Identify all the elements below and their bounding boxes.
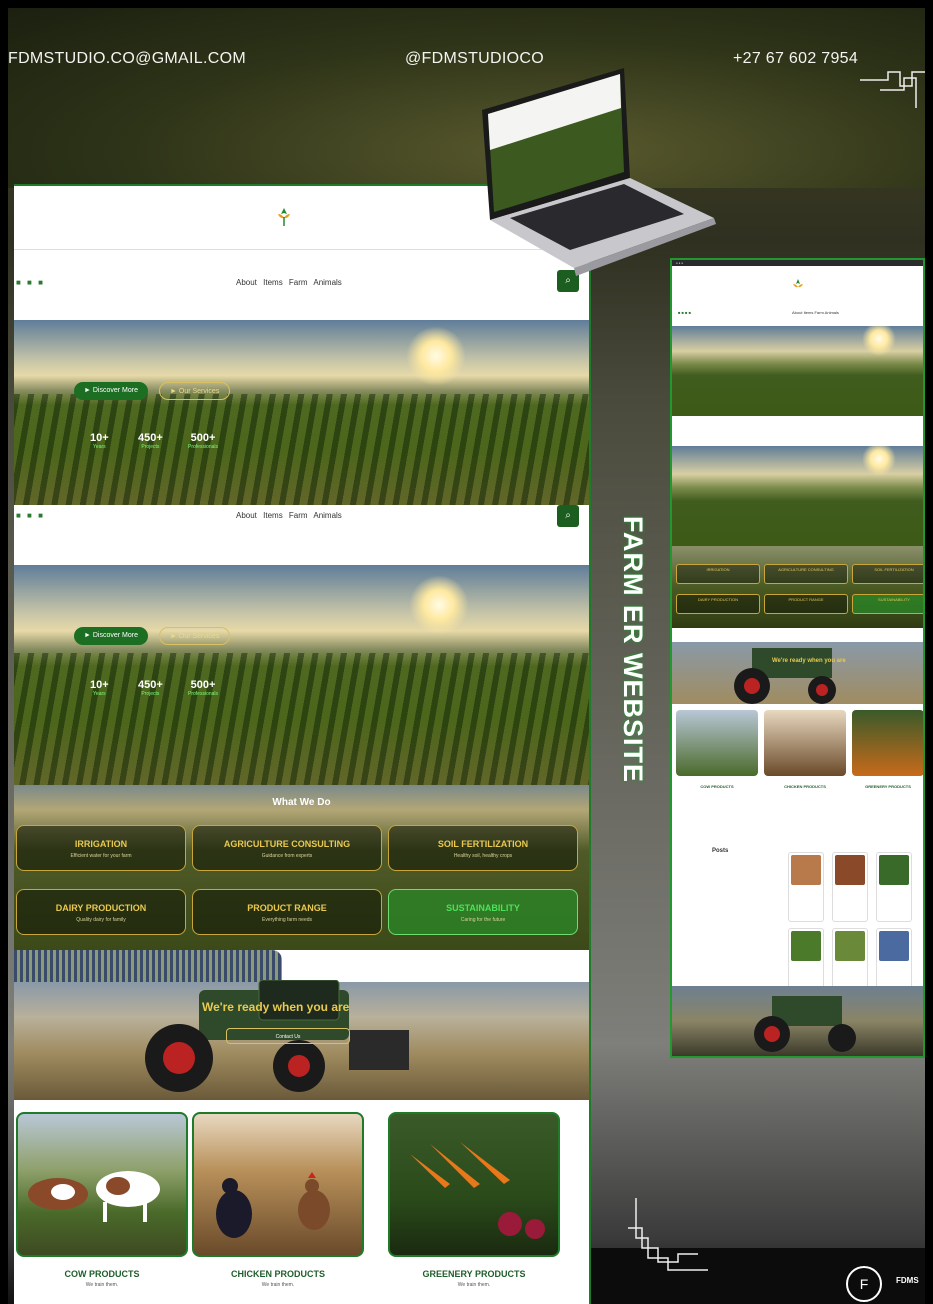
service-card-consulting[interactable]: AGRICULTURE CONSULTING Guidance from expe… — [192, 825, 382, 871]
discover-more-button-2[interactable]: ► Discover More — [74, 627, 148, 645]
post-card[interactable] — [832, 852, 868, 922]
preview-hero — [672, 326, 923, 416]
preview-tractor — [734, 648, 836, 704]
chicken-products-image[interactable] — [192, 1112, 364, 1257]
preview-cta: We're ready when you are — [672, 628, 923, 708]
preview-nav-links[interactable]: About Items Farm Animals — [792, 310, 839, 315]
contact-header: FDMSTUDIO.CO@GMAIL.COM @FDMSTUDIOCO +27 … — [8, 8, 925, 188]
preview-chicken-image[interactable] — [764, 710, 846, 776]
post-card[interactable] — [788, 852, 824, 922]
preview-greenery-title: GREENERY PRODUCTS — [865, 784, 911, 789]
preview-cow-image[interactable] — [676, 710, 758, 776]
cow-products-image[interactable] — [16, 1112, 188, 1257]
leaf-logo-icon — [278, 208, 290, 226]
service-card-product-range[interactable]: PRODUCT RANGE Everything farm needs — [192, 889, 382, 935]
greenery-products-sub: We train them. — [457, 1282, 491, 1288]
services-section: What We Do IRRIGATION Efficient water for… — [14, 785, 589, 950]
hero-banner: ► Discover More ► Our Services 10+ Years … — [14, 320, 589, 505]
nav-links[interactable]: About Items Farm Animals — [236, 278, 342, 287]
cow-products-sub: We train them. — [85, 1282, 119, 1288]
discover-more-button[interactable]: ► Discover More — [74, 382, 148, 400]
brand-name: FDMS — [896, 1276, 919, 1285]
preview-posts-title: Posts — [712, 848, 729, 854]
service-card-irrigation[interactable]: IRRIGATION Efficient water for your farm — [16, 825, 186, 871]
circuit-lines-decoration — [860, 71, 925, 108]
contact-handle: @FDMSTUDIOCO — [405, 50, 544, 67]
preview-nav: ■ ■ ■ ■ About Items Farm Animals — [672, 266, 923, 326]
contact-us-button[interactable]: Contact Us — [226, 1028, 350, 1044]
full-page-preview: ● ● ● ■ ■ ■ ■ About Items Farm Animals I… — [670, 258, 925, 1058]
contact-phone: +27 67 602 7954 — [733, 50, 859, 67]
main-website-screenshot: ■ ■ ■ About Items Farm Animals ⌕ ► Disco… — [14, 184, 591, 1304]
services-title: What We Do — [272, 797, 331, 808]
circuit-lines-decoration-bottom — [628, 1198, 708, 1271]
cta-headline: We're ready when you are — [202, 1000, 350, 1014]
preview-service-dairy[interactable]: DAIRY PRODUCTION — [676, 594, 760, 614]
cow-icon — [28, 1171, 160, 1222]
chicken-products-sub: We train them. — [261, 1282, 295, 1288]
preview-logo-icon — [793, 279, 803, 288]
preview-cta-headline: We're ready when you are — [772, 658, 846, 664]
preview-chicken-title: CHICKEN PRODUCTS — [784, 784, 826, 789]
social-icons-2[interactable]: ■ ■ ■ — [16, 511, 45, 520]
sun-glow — [406, 326, 466, 386]
laptop-mockup — [482, 68, 716, 276]
stat-professionals: 500+ Professionals — [188, 432, 219, 450]
preview-footer-tractor — [754, 996, 856, 1052]
preview-cow-title: COW PRODUCTS — [700, 784, 734, 789]
nav-links-2[interactable]: About Items Farm Animals — [236, 511, 342, 520]
vineyard-rows-2 — [14, 653, 589, 785]
contact-email: FDMSTUDIO.CO@GMAIL.COM — [8, 50, 246, 67]
brand-badge: F — [846, 1266, 882, 1302]
products-section: COW PRODUCTS CHICKEN PRODUCTS GREENERY P… — [14, 1100, 589, 1290]
stat-projects-2: 450+ Projects — [138, 679, 163, 697]
hero-banner-2: ► Discover More ► Our Services 10+ Years … — [14, 565, 589, 785]
stat-years: 10+ Years — [90, 432, 109, 450]
our-services-button-2[interactable]: ► Our Services — [159, 627, 231, 645]
greenery-products-title: GREENERY PRODUCTS — [422, 1269, 526, 1279]
our-services-button[interactable]: ► Our Services — [159, 382, 231, 400]
preview-footer — [672, 986, 923, 1056]
preview-service-sustainability[interactable]: SUSTAINABILITY — [852, 594, 923, 614]
preview-service-range[interactable]: PRODUCT RANGE — [764, 594, 848, 614]
chicken-icon — [216, 1172, 330, 1238]
preview-hero-2 — [672, 446, 923, 546]
preview-greenery-image[interactable] — [852, 710, 923, 776]
sun-glow-2 — [409, 575, 469, 635]
service-card-fertilization[interactable]: SOIL FERTILIZATION Healthy soil, healthy … — [388, 825, 578, 871]
preview-services: IRRIGATION AGRICULTURE CONSULTING SOIL F… — [672, 546, 923, 628]
search-button-2[interactable]: ⌕ — [557, 505, 579, 527]
greenery-products-image[interactable] — [388, 1112, 560, 1257]
preview-service-consulting[interactable]: AGRICULTURE CONSULTING — [764, 564, 848, 584]
vegetables-icon — [410, 1142, 545, 1239]
stat-years-2: 10+ Years — [90, 679, 109, 697]
showcase-frame: FDMSTUDIO.CO@GMAIL.COM @FDMSTUDIOCO +27 … — [8, 8, 925, 1304]
preview-service-irrigation[interactable]: IRRIGATION — [676, 564, 760, 584]
project-title-vertical: FARM ER WEBSITE — [618, 516, 648, 784]
chicken-products-title: CHICKEN PRODUCTS — [230, 1269, 325, 1279]
post-card[interactable] — [876, 852, 912, 922]
preview-products: COW PRODUCTS CHICKEN PRODUCTS GREENERY P… — [672, 708, 923, 848]
cta-section: We're ready when you are Contact Us — [14, 950, 589, 1100]
cow-products-title: COW PRODUCTS — [64, 1269, 140, 1279]
stat-professionals-2: 500+ Professionals — [188, 679, 219, 697]
preview-service-fertilization[interactable]: SOIL FERTILIZATION — [852, 564, 923, 584]
preview-social-icons[interactable]: ■ ■ ■ ■ — [678, 310, 691, 315]
service-card-dairy[interactable]: DAIRY PRODUCTION Quality dairy for family — [16, 889, 186, 935]
service-card-sustainability[interactable]: SUSTAINABILITY Caring for the future — [388, 889, 578, 935]
stat-projects: 450+ Projects — [138, 432, 163, 450]
top-navigation-2: ■ ■ ■ About Items Farm Animals ⌕ — [14, 505, 589, 565]
social-icons[interactable]: ■ ■ ■ — [16, 278, 45, 287]
